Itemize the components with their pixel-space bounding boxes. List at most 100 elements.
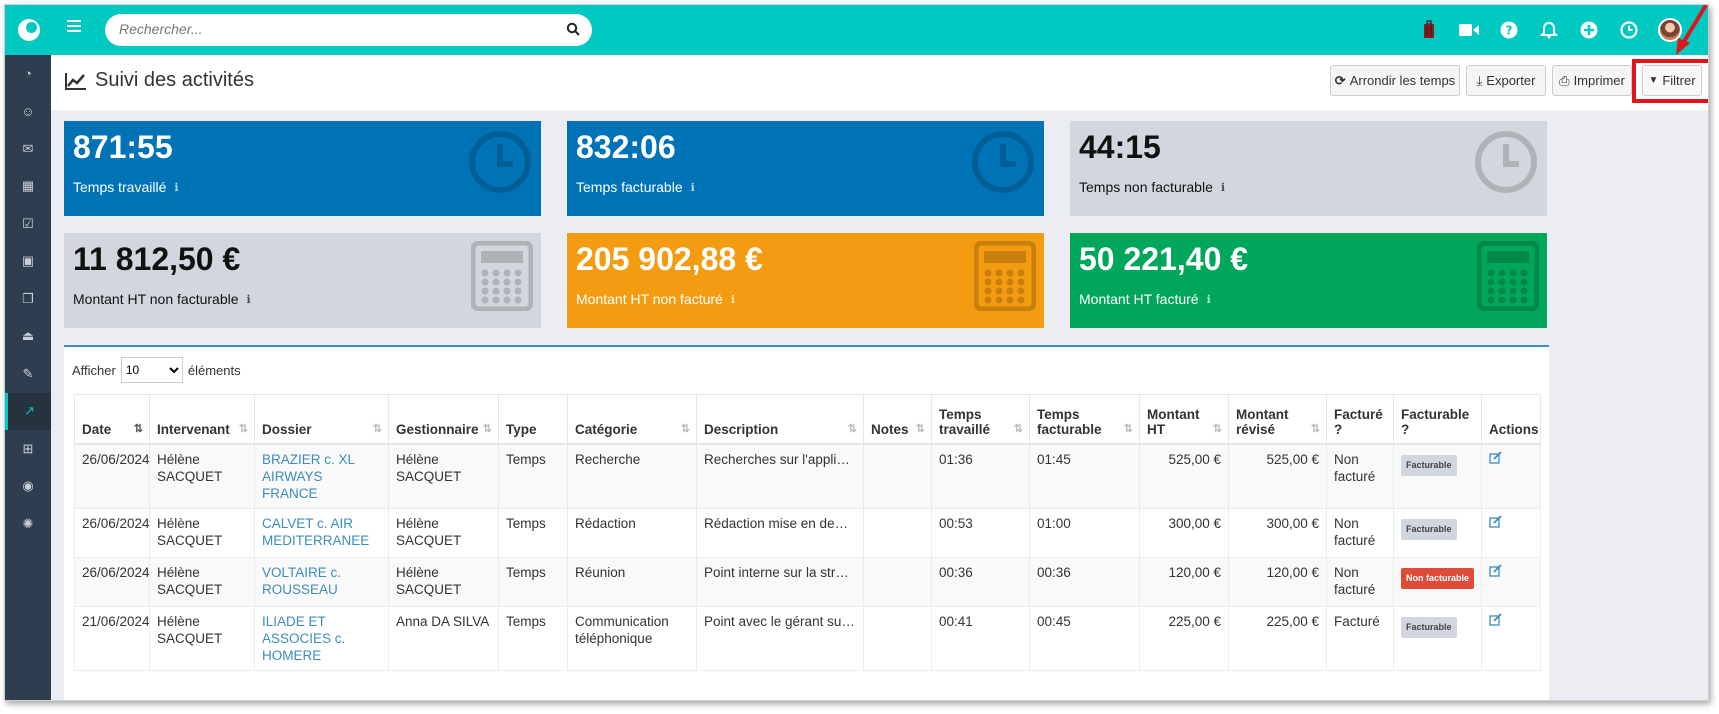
column-header-label: Type (506, 421, 537, 437)
column-header[interactable]: Facturable ? (1393, 394, 1482, 445)
sort-icon[interactable]: ⇅ (1124, 422, 1133, 435)
sidebar-item-billing[interactable]: ⏏ (5, 318, 51, 356)
info-icon[interactable]: ℹ (174, 181, 178, 194)
sort-icon[interactable]: ⇅ (483, 422, 492, 435)
info-icon[interactable]: ℹ (731, 293, 735, 306)
sidebar-item-notes[interactable]: ✎ (5, 355, 51, 393)
cell-text: Hélène SACQUET (157, 613, 223, 646)
table-row[interactable]: 26/06/2024 Hélène SACQUET BRAZIER c. XL AI… (74, 443, 1541, 509)
suitcase-icon[interactable] (1418, 19, 1440, 41)
video-icon[interactable] (1458, 19, 1480, 41)
column-header[interactable]: Montant révisé ⇅ (1228, 394, 1327, 445)
cell-dossier[interactable]: CALVET c. AIR MEDITERRANEE (254, 507, 389, 558)
stat-value: 871:55 (73, 129, 173, 165)
calculator-icon (1477, 241, 1539, 311)
sidebar-item-rss[interactable]: ◉ (5, 468, 51, 506)
dossier-link[interactable]: VOLTAIRE c. ROUSSEAU (262, 565, 341, 597)
column-header[interactable]: Dossier ⇅ (254, 394, 389, 445)
search-box (105, 14, 592, 46)
info-icon[interactable]: ℹ (1221, 181, 1225, 194)
search-input[interactable] (119, 21, 539, 37)
cell-type: Temps (498, 556, 568, 607)
column-header[interactable]: Catégorie ⇅ (567, 394, 697, 445)
show-label: Afficher (72, 362, 116, 378)
sidebar-item-network[interactable]: ✺ (5, 505, 51, 543)
column-header[interactable]: Facturé ? (1326, 394, 1394, 445)
edit-icon[interactable] (1489, 612, 1502, 626)
column-header[interactable]: Intervenant ⇅ (149, 394, 255, 445)
status-badge: Facturable (1401, 616, 1457, 638)
page-length-select[interactable]: 10 (120, 357, 183, 383)
clock-icon[interactable] (1618, 19, 1640, 41)
refresh-icon: ⟳ (1334, 72, 1346, 88)
stat-value: 832:06 (576, 129, 676, 165)
table-row[interactable]: 26/06/2024 Hélène SACQUET VOLTAIRE c. ROUS… (74, 556, 1541, 607)
cell-description: Rédaction mise en demeure (696, 507, 864, 558)
column-header[interactable]: Gestionnaire ⇅ (388, 394, 499, 445)
page-header: Suivi des activités ⟳ Arrondir les temps … (51, 55, 1708, 110)
column-header[interactable]: Montant HT ⇅ (1139, 394, 1229, 445)
cell-text: Temps (506, 515, 546, 531)
sort-icon[interactable]: ⇅ (373, 422, 382, 435)
column-header[interactable]: Description ⇅ (696, 394, 864, 445)
sort-desc-icon[interactable]: ⇅ (134, 422, 143, 435)
column-header[interactable]: Notes ⇅ (863, 394, 932, 445)
column-header[interactable]: Temps travaillé ⇅ (931, 394, 1030, 445)
sort-icon[interactable]: ⇅ (681, 422, 690, 435)
dossier-link[interactable]: BRAZIER c. XL AIRWAYS FRANCE (262, 452, 355, 501)
sidebar-item-dashboard[interactable]: ◔ (5, 55, 51, 93)
print-button[interactable]: ⎙ Imprimer (1552, 65, 1632, 96)
sort-icon[interactable]: ⇅ (916, 422, 925, 435)
table-row[interactable]: 26/06/2024 Hélène SACQUET CALVET c. AIR ME… (74, 507, 1541, 558)
table-row[interactable]: 21/06/2024 Hélène SACQUET ILIADE ET ASSOCI… (74, 605, 1541, 671)
edit-icon[interactable] (1489, 563, 1502, 577)
cell-ht: 225,00 € (1139, 605, 1229, 671)
export-button[interactable]: ⤓ Exporter (1466, 65, 1546, 96)
cell-dossier[interactable]: BRAZIER c. XL AIRWAYS FRANCE (254, 443, 389, 509)
dossier-link[interactable]: CALVET c. AIR MEDITERRANEE (262, 516, 369, 548)
column-header-label: Catégorie (575, 421, 638, 437)
column-header[interactable]: Type (498, 394, 568, 445)
search-icon[interactable] (566, 22, 580, 36)
cell-dossier[interactable]: VOLTAIRE c. ROUSSEAU (254, 556, 389, 607)
sort-icon[interactable]: ⇅ (848, 422, 857, 435)
help-icon[interactable]: ? (1498, 19, 1520, 41)
sidebar-item-documents[interactable]: ❐ (5, 280, 51, 318)
cell-dossier[interactable]: ILIADE ET ASSOCIES c. HOMERE (254, 605, 389, 671)
dossier-link[interactable]: ILIADE ET ASSOCIES c. HOMERE (262, 614, 345, 663)
cell-text: Rédaction (575, 515, 636, 531)
info-icon[interactable]: ℹ (1207, 293, 1211, 306)
sidebar-item-contacts[interactable]: ☺ (5, 93, 51, 131)
column-header-label: Facturé ? (1334, 406, 1383, 437)
column-header[interactable]: Actions (1481, 394, 1541, 445)
cell-ht: 525,00 € (1139, 443, 1229, 509)
cell-gestionnaire: Hélène SACQUET (388, 507, 499, 558)
info-icon[interactable]: ℹ (247, 293, 251, 306)
page-title-wrap: Suivi des activités (65, 69, 254, 92)
sidebar-item-activity-chart[interactable]: ↗ (5, 392, 51, 430)
cell-text: Non facturé (1334, 564, 1376, 597)
info-icon[interactable]: ℹ (691, 181, 695, 194)
round-times-button[interactable]: ⟳ Arrondir les temps (1330, 65, 1460, 96)
cell-text: Hélène SACQUET (157, 515, 223, 548)
contacts-icon: ☺ (21, 103, 35, 119)
sidebar-item-mail[interactable]: ✉ (5, 130, 51, 168)
sort-icon[interactable]: ⇅ (239, 422, 248, 435)
calculator-icon (974, 241, 1036, 311)
column-header[interactable]: Date ⇅ (74, 394, 150, 445)
app-logo[interactable] (18, 19, 40, 41)
sort-icon[interactable]: ⇅ (1311, 422, 1320, 435)
edit-icon[interactable] (1489, 514, 1502, 528)
sort-icon[interactable]: ⇅ (1213, 422, 1222, 435)
sort-icon[interactable]: ⇅ (1014, 422, 1023, 435)
column-header[interactable]: Temps facturable ⇅ (1029, 394, 1140, 445)
bell-icon[interactable] (1538, 19, 1560, 41)
sidebar-item-calendar[interactable]: ▦ (5, 168, 51, 206)
sidebar-item-briefcase[interactable]: ▣ (5, 243, 51, 281)
sidebar-item-tasks[interactable]: ☑ (5, 205, 51, 243)
edit-icon[interactable] (1489, 450, 1502, 464)
plus-circle-icon[interactable] (1578, 19, 1600, 41)
stat-label-wrap: Montant HT non facturable ℹ (73, 291, 251, 307)
sidebar-item-table[interactable]: ⊞ (5, 430, 51, 468)
menu-toggle-icon[interactable] (67, 20, 81, 35)
